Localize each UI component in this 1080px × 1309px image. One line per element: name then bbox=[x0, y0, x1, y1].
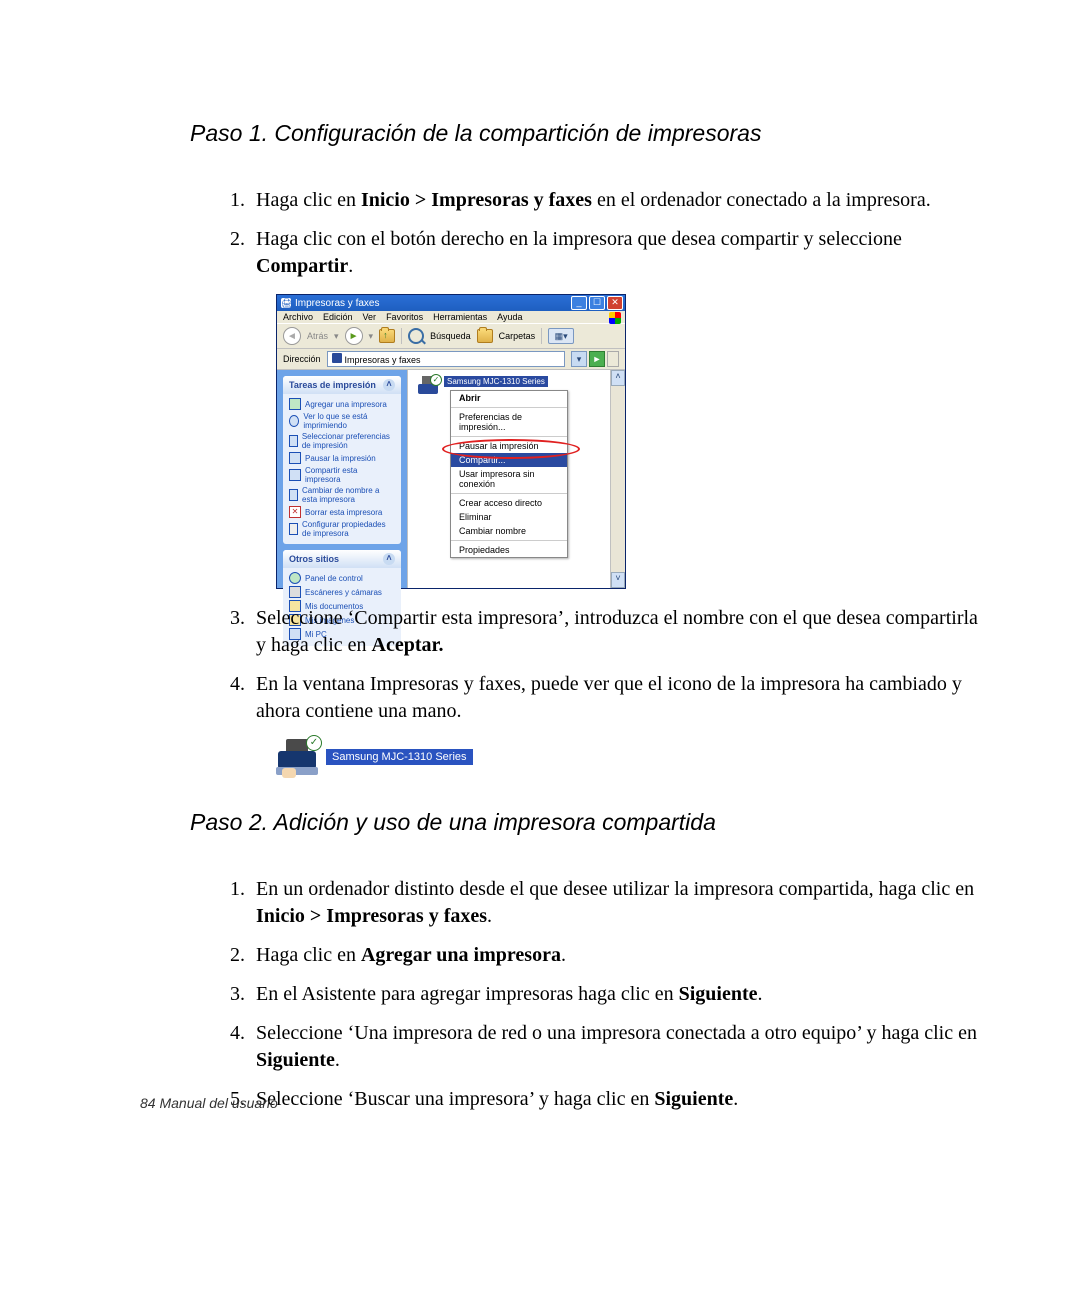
back-icon[interactable]: ◄ bbox=[283, 327, 301, 345]
menu-fav[interactable]: Favoritos bbox=[386, 312, 423, 322]
back-label[interactable]: Atrás bbox=[307, 331, 328, 341]
task-share[interactable]: Compartir esta impresora bbox=[289, 465, 395, 485]
s2-step2: Haga clic en Agregar una impresora. bbox=[250, 942, 980, 969]
s1-step2: Haga clic con el botón derecho en la imp… bbox=[250, 226, 980, 280]
page-footer: 84 Manual del usuario bbox=[140, 1095, 278, 1111]
s1-step4: En la ventana Impresoras y faxes, puede … bbox=[250, 671, 980, 725]
scroll-up-icon[interactable]: ˄ bbox=[611, 370, 625, 386]
task-rename[interactable]: Cambiar de nombre a esta impresora bbox=[289, 485, 395, 505]
menu-help[interactable]: Ayuda bbox=[497, 312, 522, 322]
ctx-offline[interactable]: Usar impresora sin conexión bbox=[451, 467, 567, 491]
windows-logo-icon bbox=[609, 312, 621, 324]
ctx-open[interactable]: Abrir bbox=[451, 391, 567, 405]
link-controlpanel[interactable]: Panel de control bbox=[289, 571, 395, 585]
control-panel-icon bbox=[289, 572, 301, 584]
scrollbar[interactable]: ˄ ˅ bbox=[610, 370, 625, 588]
folders-icon[interactable] bbox=[477, 329, 493, 343]
addr-input[interactable]: Impresoras y faxes bbox=[327, 351, 565, 367]
context-menu: Abrir Preferencias de impresión... Pausa… bbox=[450, 390, 568, 558]
shared-printer-label: Samsung MJC-1310 Series bbox=[326, 749, 473, 765]
go-button[interactable]: ► bbox=[589, 351, 605, 367]
task-delete[interactable]: ✕Borrar esta impresora bbox=[289, 505, 395, 519]
eye-icon bbox=[289, 415, 299, 427]
addr-label: Dirección bbox=[283, 354, 321, 364]
task-add-printer[interactable]: Agregar una impresora bbox=[289, 397, 395, 411]
side-panel: Tareas de impresión ˄ Agregar una impres… bbox=[277, 370, 407, 588]
s2-step5: Seleccione ‘Buscar una impresora’ y haga… bbox=[250, 1086, 980, 1113]
task-pause[interactable]: Pausar la impresión bbox=[289, 451, 395, 465]
printers-window-figure: 🖨 Impresoras y faxes _ ☐ ✕ Archivo Edici… bbox=[276, 294, 980, 589]
forward-icon[interactable]: ► bbox=[345, 327, 363, 345]
ctx-pause[interactable]: Pausar la impresión bbox=[451, 439, 567, 453]
preferences-icon bbox=[289, 435, 298, 447]
section2-steps: En un ordenador distinto desde el que de… bbox=[250, 876, 980, 1113]
hand-icon bbox=[282, 768, 296, 778]
xp-window: 🖨 Impresoras y faxes _ ☐ ✕ Archivo Edici… bbox=[276, 294, 626, 589]
toolbar: ◄ Atrás ▾ ► ▾ ↑ Búsqueda Carpetas ▦▾ bbox=[277, 323, 625, 349]
views-button[interactable]: ▦▾ bbox=[548, 328, 574, 344]
share-icon bbox=[289, 469, 301, 481]
chevron-up-icon: ˄ bbox=[383, 379, 395, 391]
ctx-properties[interactable]: Propiedades bbox=[451, 543, 567, 557]
ctx-rename[interactable]: Cambiar nombre bbox=[451, 524, 567, 538]
s2-step4: Seleccione ‘Una impresora de red o una i… bbox=[250, 1020, 980, 1074]
window-titlebar: 🖨 Impresoras y faxes _ ☐ ✕ bbox=[277, 295, 625, 311]
s1-step3: Seleccione ‘Compartir esta impresora’, i… bbox=[250, 605, 980, 659]
printer-icon: ✓ bbox=[416, 376, 440, 394]
printer-label: Samsung MJC-1310 Series bbox=[444, 376, 548, 387]
task-preferences[interactable]: Seleccionar preferencias de impresión bbox=[289, 431, 395, 451]
s1-step1: Haga clic en Inicio > Impresoras y faxes… bbox=[250, 187, 980, 214]
rename-icon bbox=[289, 489, 298, 501]
side-other-header[interactable]: Otros sitios ˄ bbox=[283, 550, 401, 568]
s2-step3: En el Asistente para agregar impresoras … bbox=[250, 981, 980, 1008]
shared-printer-figure: ✓ Samsung MJC-1310 Series bbox=[276, 739, 980, 775]
printer-shared-icon: ✓ bbox=[276, 739, 318, 775]
section1-steps: Haga clic en Inicio > Impresoras y faxes… bbox=[250, 187, 980, 280]
delete-icon: ✕ bbox=[289, 506, 301, 518]
s2-step1: En un ordenador distinto desde el que de… bbox=[250, 876, 980, 930]
close-button[interactable]: ✕ bbox=[607, 296, 623, 310]
folders-label[interactable]: Carpetas bbox=[499, 331, 536, 341]
ctx-shortcut[interactable]: Crear acceso directo bbox=[451, 496, 567, 510]
menu-file[interactable]: Archivo bbox=[283, 312, 313, 322]
ctx-preferences[interactable]: Preferencias de impresión... bbox=[451, 410, 567, 434]
content-area: ˄ ˅ ✓ Samsung MJC-1310 Series Abrir Pref… bbox=[407, 370, 625, 588]
up-folder-icon[interactable]: ↑ bbox=[379, 329, 395, 343]
minimize-button[interactable]: _ bbox=[571, 296, 587, 310]
addr-dropdown-icon[interactable]: ▾ bbox=[571, 351, 587, 367]
ctx-share[interactable]: Compartir... bbox=[451, 453, 567, 467]
task-properties[interactable]: Configurar propiedades de impresora bbox=[289, 519, 395, 539]
camera-icon bbox=[289, 586, 301, 598]
ctx-delete[interactable]: Eliminar bbox=[451, 510, 567, 524]
section1-steps-cont: Seleccione ‘Compartir esta impresora’, i… bbox=[250, 605, 980, 725]
section1-title: Paso 1. Configuración de la compartición… bbox=[190, 120, 980, 147]
window-title: Impresoras y faxes bbox=[295, 298, 379, 309]
maximize-button[interactable]: ☐ bbox=[589, 296, 605, 310]
window-menubar: Archivo Edición Ver Favoritos Herramient… bbox=[277, 311, 625, 323]
properties-icon bbox=[289, 523, 298, 535]
pause-icon bbox=[289, 452, 301, 464]
link-scanners[interactable]: Escáneres y cámaras bbox=[289, 585, 395, 599]
side-tasks-header[interactable]: Tareas de impresión ˄ bbox=[283, 376, 401, 394]
scroll-down-icon[interactable]: ˅ bbox=[611, 572, 625, 588]
section2-title: Paso 2. Adición y uso de una impresora c… bbox=[190, 809, 980, 836]
menu-view[interactable]: Ver bbox=[363, 312, 377, 322]
address-bar: Dirección Impresoras y faxes ▾ ► bbox=[277, 349, 625, 370]
printer-icon: 🖨 bbox=[281, 298, 291, 308]
task-view-queue[interactable]: Ver lo que se está imprimiendo bbox=[289, 411, 395, 431]
menu-tools[interactable]: Herramientas bbox=[433, 312, 487, 322]
search-icon[interactable] bbox=[408, 328, 424, 344]
chevron-up-icon: ˄ bbox=[383, 553, 395, 565]
add-icon bbox=[289, 398, 301, 410]
go-label-box bbox=[607, 351, 619, 367]
menu-edit[interactable]: Edición bbox=[323, 312, 353, 322]
search-label[interactable]: Búsqueda bbox=[430, 331, 471, 341]
